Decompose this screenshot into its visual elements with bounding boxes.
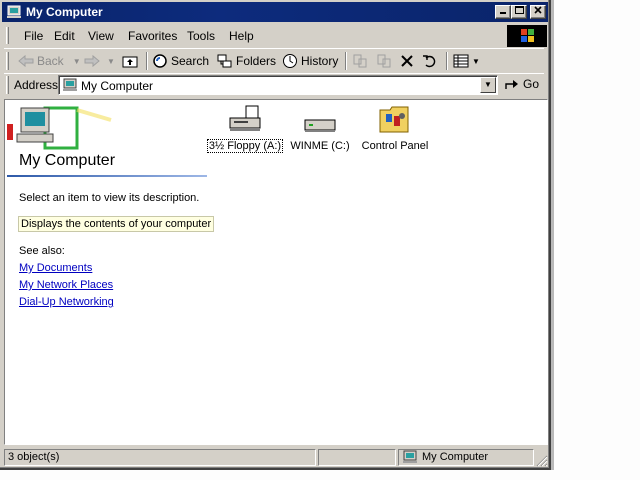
item-floppy-drive[interactable]: 3½ Floppy (A:) xyxy=(206,104,284,153)
panel-description: Select an item to view its description. xyxy=(19,192,200,204)
menu-file[interactable]: File xyxy=(24,29,43,43)
views-grid-icon xyxy=(453,54,469,68)
status-location: My Computer xyxy=(398,449,534,466)
views-dropdown-icon[interactable]: ▼ xyxy=(472,57,480,66)
menu-help[interactable]: Help xyxy=(229,29,254,43)
search-icon xyxy=(153,54,167,68)
history-label: History xyxy=(301,54,339,68)
see-also-label: See also: xyxy=(19,245,65,257)
title-bar[interactable]: My Computer xyxy=(2,2,548,22)
menu-favorites[interactable]: Favorites xyxy=(128,29,177,43)
address-value: My Computer xyxy=(81,79,154,93)
search-label: Search xyxy=(171,54,210,68)
folders-label: Folders xyxy=(236,54,277,68)
link-dial-up-networking[interactable]: Dial-Up Networking xyxy=(19,296,114,308)
status-bar: 3 object(s) My Computer xyxy=(2,448,548,467)
floppy-drive-icon xyxy=(229,105,261,131)
maximize-icon xyxy=(514,6,524,14)
panel-heading: My Computer xyxy=(19,152,116,169)
copy-to-button[interactable] xyxy=(376,52,392,70)
address-bar-grip[interactable] xyxy=(6,76,9,94)
address-dropdown-button[interactable]: ▼ xyxy=(480,77,496,93)
close-button[interactable] xyxy=(530,5,546,19)
delete-button[interactable] xyxy=(400,52,414,70)
my-computer-icon xyxy=(7,5,21,18)
toolbar-grip[interactable] xyxy=(6,52,9,70)
address-label: Address xyxy=(14,78,59,92)
delete-x-icon xyxy=(401,55,413,67)
forward-button[interactable]: ▼ xyxy=(84,52,115,70)
menu-bar-grip[interactable] xyxy=(6,27,9,44)
back-label: Back xyxy=(37,54,64,68)
forward-arrow-icon xyxy=(84,54,100,68)
maximize-button[interactable] xyxy=(511,5,527,19)
views-button[interactable]: ▼ xyxy=(453,52,480,70)
back-dropdown-icon[interactable]: ▼ xyxy=(73,57,81,66)
up-folder-icon xyxy=(122,56,138,68)
standard-toolbar: Back ▼ ▼ Search Folders History ▼ xyxy=(4,48,544,72)
hard-drive-icon xyxy=(304,119,336,132)
item-label: WINME (C:) xyxy=(290,140,350,152)
forward-dropdown-icon[interactable]: ▼ xyxy=(107,57,115,66)
chevron-down-icon: ▼ xyxy=(484,80,492,89)
item-label: Control Panel xyxy=(361,140,429,152)
address-bar: Address My Computer ▼ Go xyxy=(4,73,544,96)
folders-icon xyxy=(217,54,232,68)
go-arrow-icon xyxy=(505,80,518,89)
go-button[interactable]: Go xyxy=(504,77,539,91)
menu-bar: File Edit View Favorites Tools Help xyxy=(4,25,544,47)
copy-to-icon xyxy=(377,54,391,68)
minimize-icon xyxy=(500,12,506,14)
history-icon xyxy=(283,54,297,68)
my-computer-banner-icon xyxy=(7,106,112,150)
windows-logo-throbber xyxy=(507,25,547,47)
menu-view[interactable]: View xyxy=(88,29,114,43)
search-button[interactable]: Search xyxy=(152,52,209,70)
resize-grip-icon[interactable] xyxy=(536,455,548,467)
move-to-button[interactable] xyxy=(352,52,368,70)
folders-button[interactable]: Folders xyxy=(217,52,276,70)
back-button[interactable]: Back ▼ xyxy=(18,52,81,70)
explorer-window: My Computer File Edit View Favorites Too… xyxy=(0,0,551,470)
menu-edit[interactable]: Edit xyxy=(54,29,75,43)
back-arrow-icon xyxy=(18,54,34,68)
minimize-button[interactable] xyxy=(495,5,511,19)
move-to-icon xyxy=(353,54,367,68)
status-count-text: 3 object(s) xyxy=(8,451,60,463)
undo-button[interactable] xyxy=(422,52,438,70)
windows-flag-icon xyxy=(521,29,534,42)
window-title: My Computer xyxy=(26,5,103,19)
item-hard-drive[interactable]: WINME (C:) xyxy=(287,104,353,152)
close-icon xyxy=(534,6,542,14)
go-label: Go xyxy=(523,77,540,91)
link-my-network-places[interactable]: My Network Places xyxy=(19,279,113,291)
content-pane: My Computer Select an item to view its d… xyxy=(4,99,548,445)
address-input[interactable]: My Computer ▼ xyxy=(58,75,498,95)
up-folder-button[interactable] xyxy=(122,52,138,70)
status-location-text: My Computer xyxy=(422,451,489,463)
history-button[interactable]: History xyxy=(282,52,338,70)
item-label: 3½ Floppy (A:) xyxy=(206,139,284,153)
item-control-panel[interactable]: Control Panel xyxy=(359,104,431,152)
my-computer-icon xyxy=(63,78,77,91)
link-my-documents[interactable]: My Documents xyxy=(19,262,92,274)
desktop-area-right xyxy=(551,0,640,480)
heading-divider xyxy=(7,175,207,177)
selection-info: Displays the contents of your computer xyxy=(18,216,215,232)
menu-tools[interactable]: Tools xyxy=(187,29,215,43)
control-panel-folder-icon xyxy=(379,106,409,133)
undo-icon xyxy=(423,55,436,68)
my-computer-icon xyxy=(403,450,417,464)
status-empty-panel xyxy=(318,449,396,466)
status-object-count: 3 object(s) xyxy=(4,449,316,466)
